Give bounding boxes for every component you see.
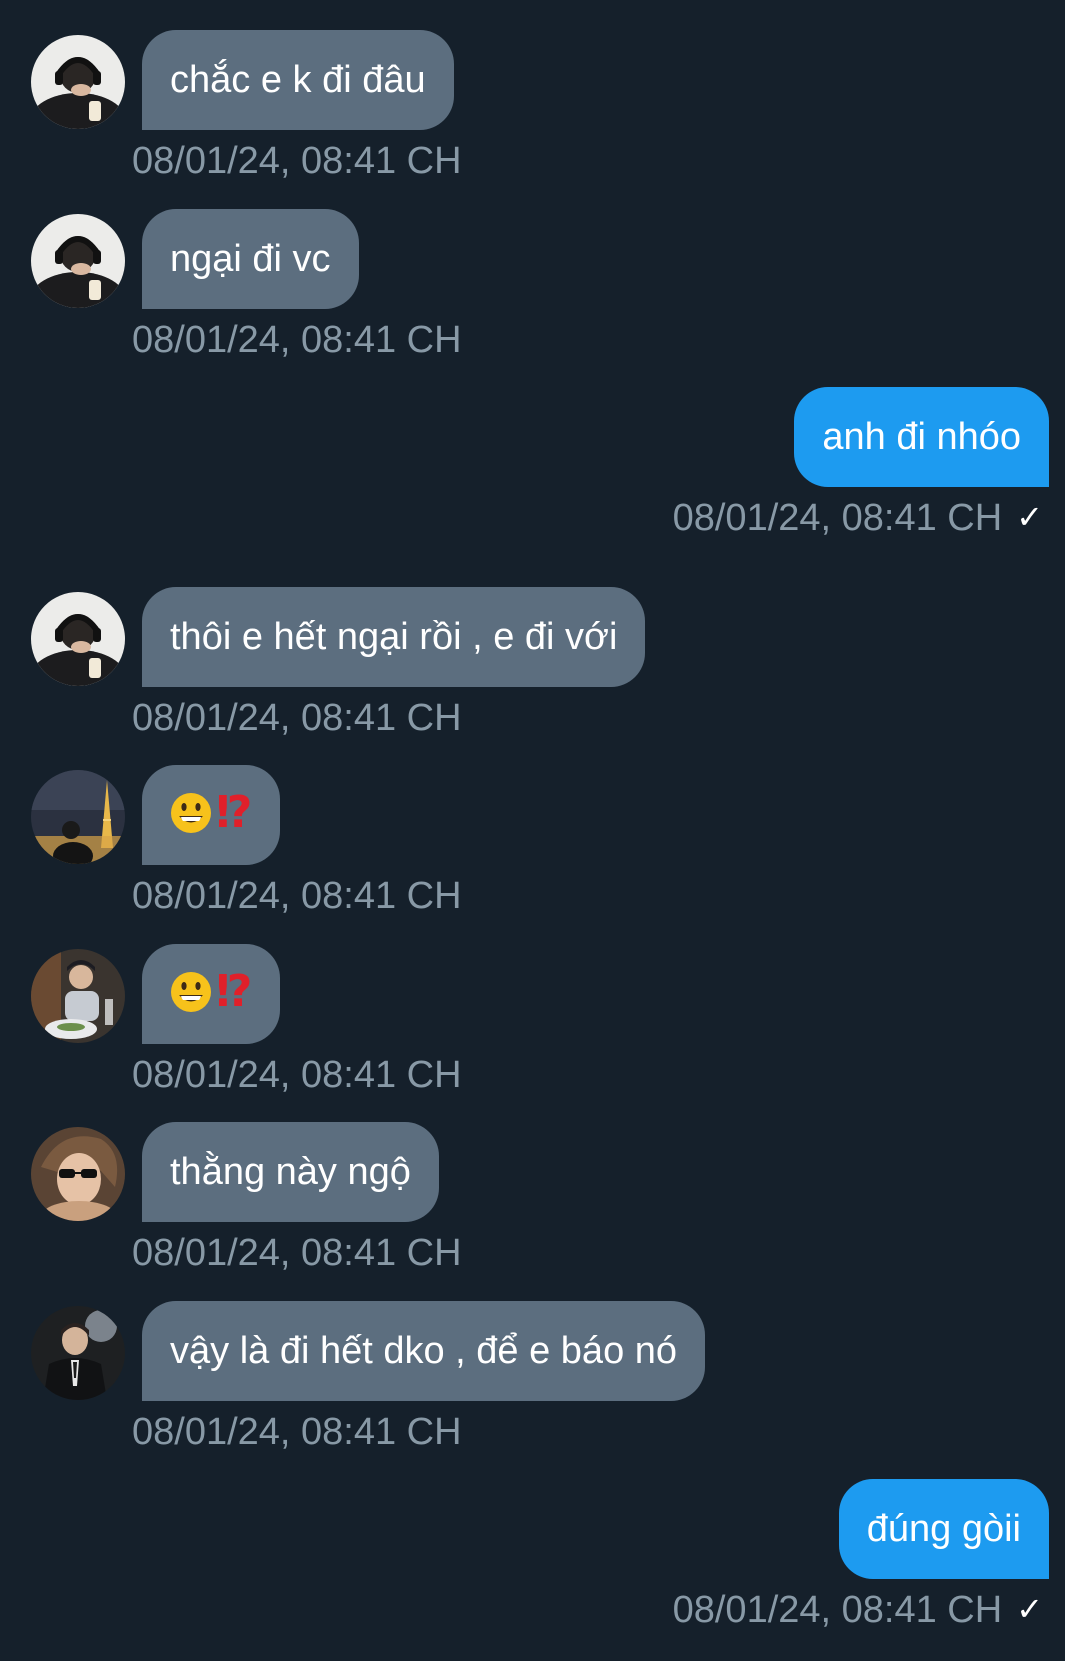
avatar-headphones-image: [31, 592, 125, 686]
message-timestamp-row: 08/01/24, 08:41 CH ✓: [673, 495, 1043, 543]
message-bubble[interactable]: thằng này ngộ: [142, 1122, 439, 1222]
message-text: anh đi nhóo: [822, 416, 1021, 458]
avatar-eiffel-night-image: [31, 770, 125, 864]
avatar-headphones-image: [31, 35, 125, 129]
avatar[interactable]: [31, 770, 125, 864]
message-timestamp: 08/01/24, 08:41 CH: [132, 697, 462, 739]
message-bubble[interactable]: đúng gòii: [838, 1479, 1049, 1579]
previous-message-fragment: [160, 0, 169, 17]
message-text: vậy là đi hết dko , để e báo nó: [170, 1330, 678, 1372]
avatar-suit-image: [31, 1306, 125, 1400]
grinning-face-icon: [171, 792, 211, 833]
avatar[interactable]: [31, 214, 125, 308]
avatar[interactable]: [31, 1127, 125, 1221]
avatar-restaurant-image: [31, 949, 125, 1043]
message-text: chắc e k đi đâu: [170, 59, 426, 101]
message-timestamp: 08/01/24, 08:41 CH: [132, 319, 462, 361]
sent-check-icon: ✓: [1016, 498, 1043, 535]
avatar[interactable]: [31, 35, 125, 129]
message-bubble[interactable]: chắc e k đi đâu: [142, 30, 454, 130]
grinning-face-icon: [171, 971, 211, 1012]
message-bubble[interactable]: vậy là đi hết dko , để e báo nó: [142, 1301, 706, 1401]
exclamation-question-mark-icon: ⁉: [216, 966, 253, 1016]
message-timestamp: 08/01/24, 08:41 CH: [132, 1232, 462, 1274]
exclamation-question-mark-icon: ⁉: [216, 787, 253, 837]
message-text: đúng gòii: [866, 1508, 1021, 1550]
message-text: ngại đi vc: [170, 238, 331, 280]
message-timestamp: 08/01/24, 08:41 CH: [132, 1411, 462, 1453]
message-timestamp-row: 08/01/24, 08:41 CH ✓: [673, 1587, 1043, 1635]
message-bubble[interactable]: ⁉: [142, 765, 281, 865]
avatar-headphones-image: [31, 214, 125, 308]
message-thread: chắc e k đi đâu 08/01/24, 08:41 CH ngại …: [0, 0, 1065, 1661]
message-timestamp: 08/01/24, 08:41 CH: [132, 1054, 462, 1096]
message-bubble[interactable]: ngại đi vc: [142, 209, 359, 309]
message-timestamp: 08/01/24, 08:41 CH: [132, 875, 462, 917]
message-timestamp: 08/01/24, 08:41 CH: [672, 1589, 1003, 1631]
message-bubble[interactable]: anh đi nhóo: [794, 387, 1049, 487]
avatar-sunglasses-image: [31, 1127, 125, 1221]
message-text: thằng này ngộ: [170, 1151, 411, 1193]
avatar[interactable]: [31, 949, 125, 1043]
message-bubble[interactable]: ⁉: [142, 944, 281, 1044]
message-text: thôi e hết ngại rồi , e đi với: [170, 616, 618, 658]
sent-check-icon: ✓: [1016, 1590, 1043, 1627]
message-timestamp: 08/01/24, 08:41 CH: [132, 140, 462, 182]
message-bubble[interactable]: thôi e hết ngại rồi , e đi với: [142, 587, 646, 687]
message-timestamp: 08/01/24, 08:41 CH: [672, 497, 1003, 539]
avatar[interactable]: [31, 592, 125, 686]
avatar[interactable]: [31, 1306, 125, 1400]
